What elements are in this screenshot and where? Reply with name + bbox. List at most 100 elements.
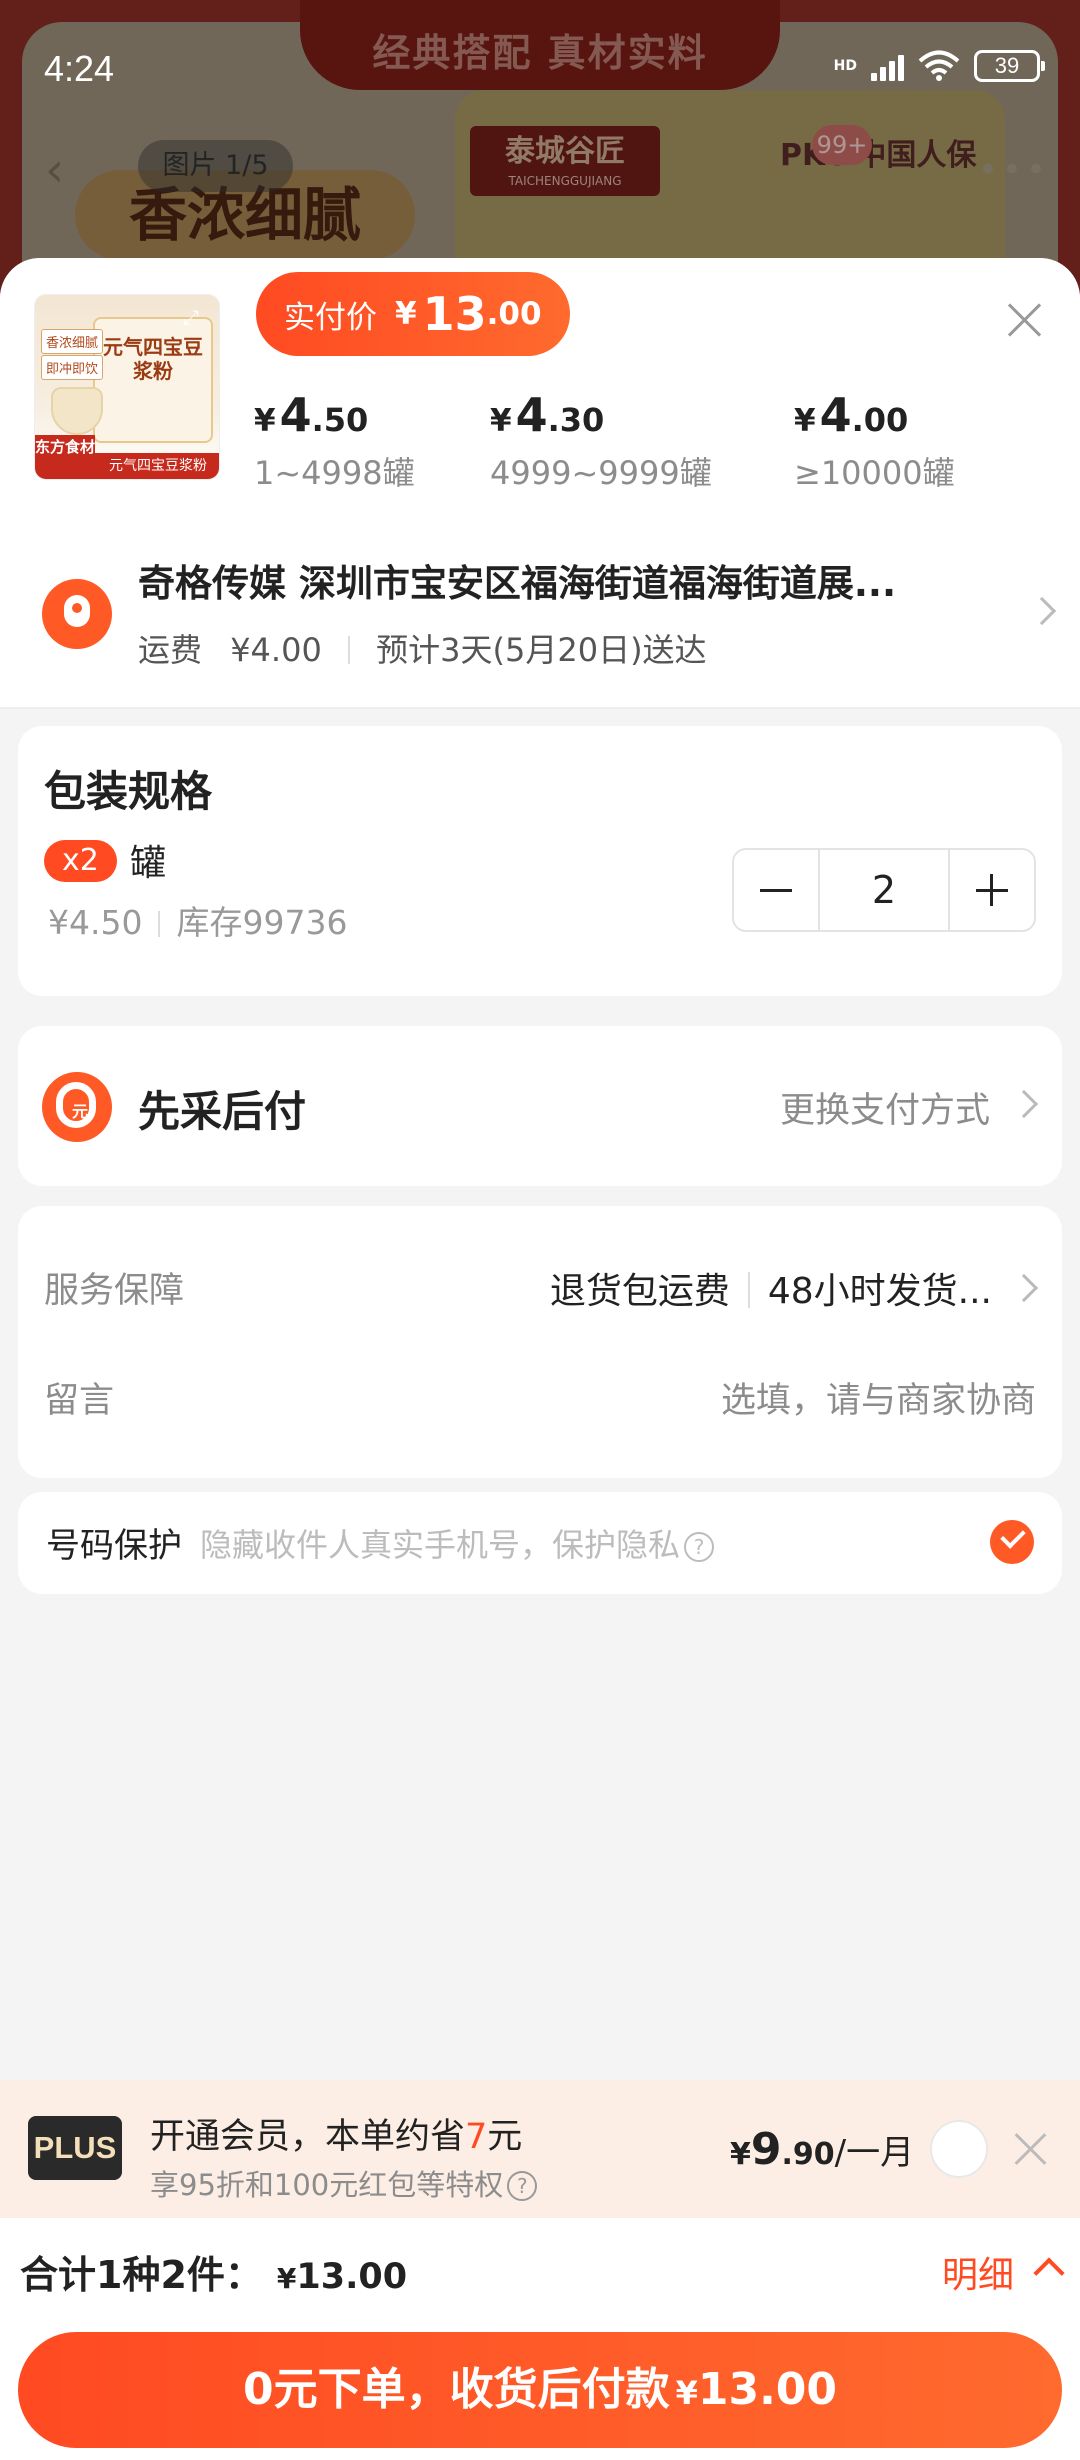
price-tier-3: ¥4.00 ≥10000罐: [794, 388, 955, 494]
price-currency: ¥: [395, 296, 417, 332]
tier-range: ≥10000罐: [794, 454, 955, 492]
plus-price: ¥9.90/一月: [730, 2124, 914, 2175]
plus-price-unit: /一月: [834, 2133, 915, 2173]
product-thumbnail[interactable]: 元气四宝豆浆粉 香浓细腻 即冲即饮 东方食材 元气四宝豆浆粉 ⤢: [34, 294, 220, 480]
privacy-card: 号码保护 隐藏收件人真实手机号，保护隐私?: [18, 1492, 1062, 1594]
service-item-return-shipping: 退货包运费: [549, 1271, 730, 1312]
number-protection-hint-text: 隐藏收件人真实手机号，保护隐私: [200, 1526, 681, 1564]
total-summary: 合计1种2件： ¥13.00: [20, 2244, 407, 2299]
plus-benefit-text: 享95折和100元红包等特权?: [150, 2162, 538, 2204]
network-hd-label: HD: [833, 58, 857, 74]
tier-integer: 4: [279, 388, 312, 442]
payment-card[interactable]: 元 先采后付 更换支付方式: [18, 1026, 1062, 1186]
quantity-value[interactable]: 2: [818, 850, 950, 930]
increase-button[interactable]: [950, 850, 1034, 930]
sheet-header: 元气四宝豆浆粉 香浓细腻 即冲即饮 东方食材 元气四宝豆浆粉 ⤢ 实付价 ¥ 1…: [0, 258, 1080, 513]
price-tier-1: ¥4.50 1~4998罐: [254, 388, 415, 494]
thumbnail-brand-tag: 东方食材: [35, 435, 95, 479]
total-amount: 13.00: [296, 2257, 408, 2297]
place-order-currency: ¥: [675, 2374, 698, 2412]
place-order-label: 0元下单，收货后付款: [242, 2364, 670, 2415]
place-order-button[interactable]: 0元下单，收货后付款 ¥13.00: [18, 2332, 1062, 2448]
chevron-right-icon: [1009, 1089, 1039, 1119]
detail-link[interactable]: 明细: [942, 2246, 1014, 2298]
help-icon[interactable]: ?: [507, 2171, 538, 2201]
price-decimal: .00: [486, 296, 542, 332]
tier-currency: ¥: [254, 403, 276, 439]
chevron-up-icon[interactable]: [1033, 2257, 1065, 2289]
plus-offer-text: 开通会员，本单约省7元: [150, 2108, 522, 2159]
address-row[interactable]: 奇格传媒 深圳市宝安区福海街道福海街道展... 运费 ¥4.00 预计3天(5月…: [0, 513, 1080, 709]
total-label: 合计1种2件：: [20, 2253, 263, 2297]
delivery-eta: 预计3天(5月20日)送达: [376, 631, 707, 669]
spec-sub-info: ¥4.50 库存99736: [48, 896, 347, 944]
unit-price: ¥4.50: [48, 903, 143, 942]
tier-decimal: .50: [311, 401, 369, 439]
decrease-button[interactable]: [734, 850, 818, 930]
tier-integer: 4: [819, 388, 852, 442]
service-items[interactable]: 退货包运费 48小时发货...: [550, 1262, 992, 1314]
tier-currency: ¥: [490, 403, 512, 439]
thumbnail-title: 元气四宝豆浆粉: [103, 335, 203, 383]
total-row: 合计1种2件： ¥13.00 明细: [0, 2218, 1080, 2322]
total-currency: ¥: [276, 2262, 297, 2295]
tier-decimal: .00: [851, 401, 909, 439]
service-card: 服务保障 退货包运费 48小时发货... 留言 选填，请与商家协商: [18, 1206, 1062, 1478]
service-label: 服务保障: [44, 1271, 185, 1311]
status-icons: HD 39: [833, 50, 1045, 82]
number-protection-label: 号码保护: [46, 1526, 182, 1566]
close-icon[interactable]: [1004, 300, 1044, 340]
plus-logo: PLUS: [28, 2116, 122, 2180]
stock: 库存99736: [176, 903, 348, 942]
plus-benefit-label: 享95折和100元红包等特权: [150, 2168, 504, 2202]
payment-title: 先采后付: [138, 1087, 307, 1136]
tier-integer: 4: [515, 388, 548, 442]
plus-offer-suffix: 元: [487, 2117, 523, 2157]
pay-later-icon: 元: [42, 1072, 112, 1142]
shipping-info: 运费 ¥4.00 预计3天(5月20日)送达: [138, 625, 707, 671]
expand-icon[interactable]: ⤢: [183, 305, 209, 331]
tier-range: 4999~9999罐: [490, 454, 712, 492]
plus-offer-amount: 7: [465, 2117, 488, 2157]
number-protection-checkbox[interactable]: [990, 1520, 1034, 1564]
tier-currency: ¥: [794, 403, 816, 439]
quantity-stepper: 2: [732, 848, 1036, 932]
thumbnail-tag-2: 即冲即饮: [41, 355, 104, 380]
spec-multiplier-badge[interactable]: x2: [44, 840, 117, 882]
actual-price-pill: 实付价 ¥ 13 .00: [256, 272, 570, 356]
thumbnail-tag-1: 香浓细腻: [41, 329, 104, 354]
message-input[interactable]: 选填，请与商家协商: [721, 1372, 1036, 1423]
wifi-icon: [918, 50, 960, 81]
actual-price-label: 实付价: [284, 299, 377, 336]
plus-select-radio[interactable]: [930, 2120, 988, 2178]
plus-price-integer: 9: [750, 2124, 782, 2175]
status-time: 4:24: [44, 48, 115, 89]
service-item-48h-shipping: 48小时发货...: [767, 1271, 992, 1312]
number-protection-hint: 隐藏收件人真实手机号，保护隐私?: [200, 1520, 715, 1566]
message-label: 留言: [44, 1381, 115, 1421]
status-bar: 4:24 HD 39: [0, 0, 1080, 130]
shipping-label: 运费: [138, 631, 203, 669]
change-payment-link[interactable]: 更换支付方式: [780, 1082, 990, 1133]
help-icon[interactable]: ?: [684, 1532, 715, 1562]
thumbnail-bottom-label: 元气四宝豆浆粉: [95, 453, 219, 479]
price-tier-2: ¥4.30 4999~9999罐: [490, 388, 712, 494]
spec-unit[interactable]: 罐: [130, 834, 166, 886]
spec-title: 包装规格: [44, 767, 213, 816]
plus-membership-bar: PLUS 开通会员，本单约省7元 享95折和100元红包等特权? ¥9.90/一…: [0, 2080, 1080, 2218]
plus-price-currency: ¥: [730, 2137, 751, 2172]
address-text: 奇格传媒 深圳市宝安区福海街道福海街道展...: [138, 562, 897, 605]
place-order-amount: 13.00: [697, 2364, 838, 2415]
plus-offer-prefix: 开通会员，本单约省: [150, 2117, 466, 2157]
battery-icon: 39: [974, 50, 1045, 82]
shipping-fee: ¥4.00: [230, 631, 322, 669]
bottom-action-area: 0元下单，收货后付款 ¥13.00: [0, 2322, 1080, 2460]
tier-decimal: .30: [547, 401, 605, 439]
chevron-right-icon: [1027, 596, 1057, 626]
chevron-right-icon: [1009, 1273, 1039, 1303]
tier-range: 1~4998罐: [254, 454, 415, 492]
close-icon[interactable]: [1010, 2128, 1050, 2168]
spec-card: 包装规格 x2 罐 ¥4.50 库存99736 2: [18, 726, 1062, 996]
signal-icon: [871, 51, 904, 81]
location-pin-icon: [42, 579, 112, 649]
